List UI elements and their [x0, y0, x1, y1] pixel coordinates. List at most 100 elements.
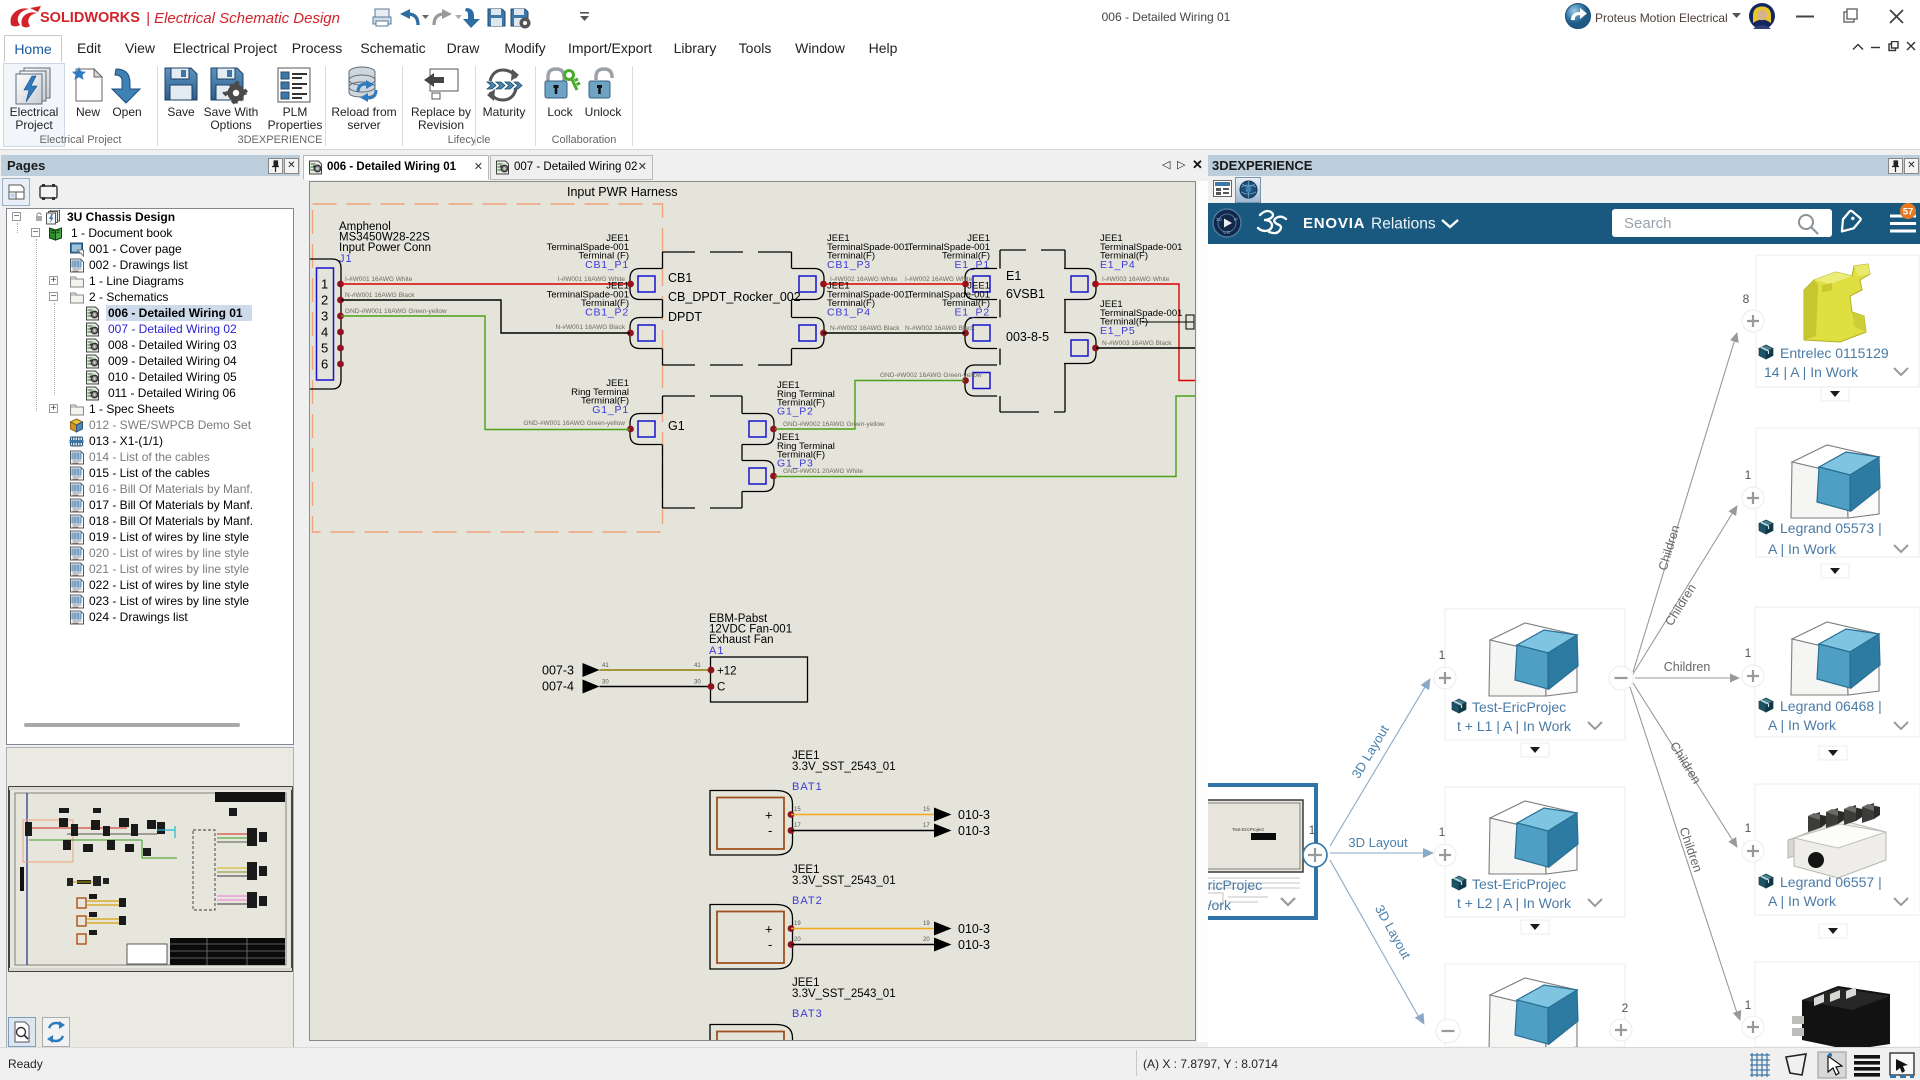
svg-text:A | In Work: A | In Work — [1768, 541, 1837, 557]
svg-text:3.3V_SST_2543_01: 3.3V_SST_2543_01 — [792, 875, 896, 887]
svg-text:N-#W003 16AWG Black: N-#W003 16AWG Black — [1102, 340, 1172, 347]
svg-text:1: 1 — [1309, 823, 1316, 837]
svg-text:CB_DPDT_Rocker_002: CB_DPDT_Rocker_002 — [668, 290, 801, 304]
svg-text:CB1: CB1 — [668, 271, 692, 285]
svg-text:Test-EricProjec: Test-EricProjec — [1472, 699, 1566, 715]
svg-text:1: 1 — [321, 277, 328, 292]
svg-text:3.3V_SST_2543_01: 3.3V_SST_2543_01 — [792, 988, 896, 1000]
svg-text:CB1_P2: CB1_P2 — [585, 307, 629, 319]
svg-text:GND-#W002 16AWG Green-yellow: GND-#W002 16AWG Green-yellow — [880, 372, 982, 379]
svg-text:Test-EricProject: Test-EricProject — [1232, 827, 1264, 832]
svg-text:A | In Work: A | In Work — [1768, 893, 1837, 909]
svg-text:I-#W002 16AWG White: I-#W002 16AWG White — [905, 276, 973, 283]
svg-text:G1_P2: G1_P2 — [777, 406, 814, 418]
svg-text:N-#W002 16AWG Black: N-#W002 16AWG Black — [830, 325, 900, 332]
svg-text:8: 8 — [1743, 292, 1750, 306]
svg-text:A | In Work: A | In Work — [1768, 717, 1837, 733]
svg-text:19: 19 — [794, 921, 801, 927]
svg-text:BAT1: BAT1 — [792, 781, 823, 793]
svg-text:I-#W001 16AWG White: I-#W001 16AWG White — [345, 276, 413, 283]
svg-text:BAT2: BAT2 — [792, 895, 823, 907]
svg-text:IF: IF — [1234, 217, 1238, 222]
svg-text:007-4: 007-4 — [542, 680, 574, 694]
svg-text:V.R: V.R — [1223, 230, 1231, 235]
svg-text:1: 1 — [1745, 468, 1752, 482]
svg-text:-: - — [768, 823, 772, 838]
svg-text:41: 41 — [602, 663, 609, 669]
svg-text:1: 1 — [1439, 825, 1446, 839]
svg-text:t + L1 | A | In Work: t + L1 | A | In Work — [1457, 718, 1572, 734]
svg-text:I-#W003 16AWG White: I-#W003 16AWG White — [1102, 276, 1170, 283]
svg-text:003-8-5: 003-8-5 — [1006, 330, 1049, 344]
svg-text:GND-#W001 20AWG White: GND-#W001 20AWG White — [783, 468, 863, 475]
svg-text:17: 17 — [794, 823, 801, 829]
svg-text:010-3: 010-3 — [958, 922, 990, 936]
svg-text:Search: Search — [1624, 215, 1672, 232]
svg-text:CB1_P1: CB1_P1 — [585, 259, 629, 271]
svg-text:007-3: 007-3 — [542, 664, 574, 678]
svg-text:Test-EricProjec: Test-EricProjec — [1208, 877, 1262, 893]
svg-text:3D Layout: 3D Layout — [1348, 835, 1408, 850]
svg-text:E1_P4: E1_P4 — [1100, 259, 1136, 271]
svg-text:E1: E1 — [1006, 269, 1021, 283]
svg-text:-: - — [768, 937, 772, 952]
svg-text:I-#W001 16AWG White: I-#W001 16AWG White — [558, 276, 626, 283]
svg-text:E1_P5: E1_P5 — [1100, 325, 1136, 337]
svg-text:BAT3: BAT3 — [792, 1008, 823, 1020]
svg-text:3.3V_SST_2543_01: 3.3V_SST_2543_01 — [792, 761, 896, 773]
svg-text:N-#W001 16AWG Black: N-#W001 16AWG Black — [345, 292, 415, 299]
svg-text:Relations: Relations — [1371, 216, 1436, 233]
svg-text:3: 3 — [321, 309, 328, 324]
svg-text:CB1_P4: CB1_P4 — [827, 307, 871, 319]
svg-text:+: + — [765, 922, 773, 937]
svg-text:010-3: 010-3 — [958, 808, 990, 822]
svg-text:4: 4 — [321, 325, 328, 340]
svg-text:E1_P1: E1_P1 — [954, 259, 990, 271]
svg-text:30: 30 — [694, 680, 701, 686]
svg-text:15: 15 — [794, 807, 801, 813]
svg-text:20: 20 — [923, 937, 930, 943]
svg-text:GND-#W002 16AWG Green-yellow: GND-#W002 16AWG Green-yellow — [783, 421, 885, 428]
svg-text:20: 20 — [794, 937, 801, 943]
svg-text:CB1_P3: CB1_P3 — [827, 259, 871, 271]
svg-text:1: 1 — [1745, 821, 1752, 835]
svg-text:1: 1 — [1745, 646, 1752, 660]
svg-text:Entrelec 0115129: Entrelec 0115129 — [1780, 345, 1889, 361]
svg-text:GND-#W001 16AWG Green-yellow: GND-#W001 16AWG Green-yellow — [523, 420, 625, 427]
svg-text:Input Power Conn: Input Power Conn — [339, 242, 431, 254]
svg-text:6VSB1: 6VSB1 — [1006, 287, 1045, 301]
svg-text:Input PWR Harness: Input PWR Harness — [567, 185, 677, 199]
svg-text:6: 6 — [321, 357, 328, 372]
svg-text:010-3: 010-3 — [958, 824, 990, 838]
svg-text:2: 2 — [1622, 1001, 1629, 1015]
svg-text:Children: Children — [1664, 660, 1711, 674]
svg-text:Legrand 06468 |: Legrand 06468 | — [1780, 698, 1882, 714]
svg-text:010-3: 010-3 — [958, 938, 990, 952]
svg-text:t + L2 | A | In Work: t + L2 | A | In Work — [1457, 895, 1572, 911]
svg-text:I-#W002 16AWG White: I-#W002 16AWG White — [830, 276, 898, 283]
svg-text:5: 5 — [321, 341, 328, 356]
svg-text:+: + — [765, 808, 773, 823]
svg-text:Legrand 06557 |: Legrand 06557 | — [1780, 874, 1882, 890]
svg-text:A | In Work: A | In Work — [1208, 897, 1232, 913]
svg-text:3D: 3D — [1216, 217, 1223, 222]
svg-text:Legrand 05573 |: Legrand 05573 | — [1780, 520, 1882, 536]
svg-text:N-#W001 16AWG Black: N-#W001 16AWG Black — [556, 324, 626, 331]
svg-text:ENOVIA: ENOVIA — [1303, 215, 1365, 232]
svg-text:G1: G1 — [668, 419, 685, 433]
svg-text:2: 2 — [321, 293, 328, 308]
svg-text:30: 30 — [602, 680, 609, 686]
svg-text:G1_P1: G1_P1 — [592, 404, 629, 416]
svg-text:19: 19 — [923, 921, 930, 927]
svg-text:E1_P2: E1_P2 — [954, 307, 990, 319]
svg-text:J1: J1 — [339, 253, 353, 265]
svg-text:GND-#W001 16AWG Green-yellow: GND-#W001 16AWG Green-yellow — [345, 308, 447, 315]
svg-text:57: 57 — [1903, 207, 1914, 218]
svg-text:1: 1 — [1745, 998, 1752, 1012]
svg-text:1: 1 — [1439, 648, 1446, 662]
svg-text:17: 17 — [923, 823, 930, 829]
svg-text:+12: +12 — [717, 666, 737, 678]
svg-text:N-#W002 16AWG Black: N-#W002 16AWG Black — [905, 325, 975, 332]
svg-text:14 | A | In Work: 14 | A | In Work — [1764, 364, 1859, 380]
svg-text:15: 15 — [923, 807, 930, 813]
